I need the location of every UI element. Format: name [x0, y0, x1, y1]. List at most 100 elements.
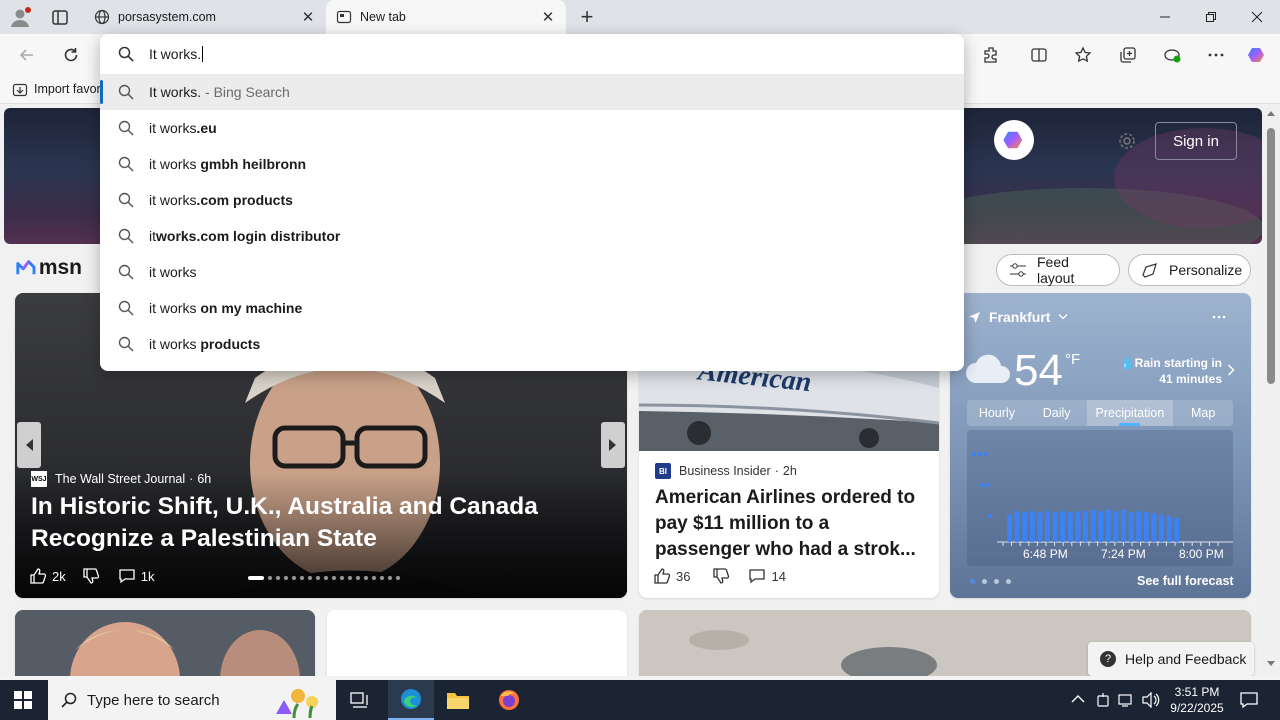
precip-bar — [1045, 511, 1050, 542]
dislike-icon[interactable] — [82, 567, 100, 585]
help-feedback-button[interactable]: ? Help and Feedback — [1088, 642, 1254, 676]
carousel-dot[interactable] — [268, 576, 272, 580]
favorites-icon[interactable] — [1066, 38, 1100, 72]
weather-tab[interactable]: Precipitation — [1086, 400, 1174, 426]
comment-icon[interactable] — [118, 567, 136, 585]
close-tab-icon[interactable]: ✕ — [540, 9, 556, 26]
weather-tab[interactable]: Map — [1173, 400, 1233, 426]
scroll-up-icon[interactable] — [1267, 110, 1275, 116]
close-window-icon[interactable] — [1234, 0, 1280, 34]
carousel-dot[interactable] — [284, 576, 288, 580]
scroll-down-icon[interactable] — [1267, 661, 1275, 667]
carousel-dot[interactable] — [300, 576, 304, 580]
taskbar-clock[interactable]: 3:51 PM 9/22/2025 — [1160, 684, 1234, 716]
scroll-thumb[interactable] — [1267, 128, 1275, 384]
browser-essentials-icon[interactable] — [1155, 38, 1189, 72]
restore-icon[interactable] — [1188, 0, 1234, 34]
carousel-dot[interactable] — [292, 576, 296, 580]
suggestion-item[interactable]: it works gmbh heilbronn — [100, 146, 964, 182]
sign-in-button[interactable]: Sign in — [1155, 122, 1237, 160]
address-bar[interactable]: It works. — [100, 34, 964, 74]
weather-tab[interactable]: Daily — [1027, 400, 1087, 426]
chevron-up-icon[interactable] — [1071, 694, 1085, 704]
firefox-icon[interactable] — [497, 688, 521, 712]
carousel-next-icon[interactable] — [601, 422, 625, 468]
page-dot[interactable] — [982, 579, 987, 584]
suggestion-item[interactable]: it works.eu — [100, 110, 964, 146]
carousel-dot[interactable] — [356, 576, 360, 580]
collections-icon[interactable] — [1111, 38, 1145, 72]
main-story-headline[interactable]: In Historic Shift, U.K., Australia and C… — [31, 491, 591, 555]
page-dot[interactable] — [1006, 579, 1011, 584]
notifications-icon[interactable] — [1240, 691, 1258, 709]
carousel-dot[interactable] — [308, 576, 312, 580]
task-view-icon[interactable] — [350, 691, 370, 709]
rain-alert[interactable]: 💧Rain starting in 41 minutes — [1108, 355, 1222, 387]
settings-icon[interactable] — [1117, 131, 1137, 151]
carousel-prev-icon[interactable] — [17, 422, 41, 468]
tab-new-tab[interactable]: New tab ✕ — [326, 0, 566, 34]
carousel-dot[interactable] — [276, 576, 280, 580]
minimize-icon[interactable] — [1142, 0, 1188, 34]
story-card[interactable] — [15, 610, 315, 676]
page-scrollbar[interactable] — [1262, 104, 1280, 676]
see-full-forecast-link[interactable]: See full forecast — [1137, 574, 1234, 588]
feed-layout-button[interactable]: Feed layout — [996, 254, 1120, 286]
split-screen-icon[interactable] — [1022, 38, 1056, 72]
copilot-icon[interactable] — [1240, 38, 1274, 72]
carousel-dot[interactable] — [396, 576, 400, 580]
chevron-right-icon[interactable] — [1227, 364, 1235, 376]
msn-logo[interactable]: msn — [16, 254, 82, 282]
carousel-dot[interactable] — [340, 576, 344, 580]
page-dot[interactable] — [970, 579, 975, 584]
suggestion-item[interactable]: it works — [100, 254, 964, 290]
carousel-dot[interactable] — [248, 576, 264, 580]
profile-icon[interactable] — [8, 5, 32, 29]
back-icon[interactable] — [10, 38, 44, 72]
carousel-dot[interactable] — [380, 576, 384, 580]
weather-tab[interactable]: Hourly — [967, 400, 1027, 426]
like-icon[interactable] — [29, 567, 47, 585]
like-icon[interactable] — [653, 567, 671, 585]
refresh-icon[interactable] — [54, 38, 88, 72]
weather-card[interactable]: Frankfurt 54 °F 💧Rain starting in 41 min… — [950, 293, 1251, 598]
carousel-dot[interactable] — [324, 576, 328, 580]
feed-layout-label: Feed layout — [1037, 254, 1075, 286]
suggestion-item[interactable]: it works products — [100, 326, 964, 362]
copilot-button[interactable] — [994, 120, 1034, 160]
import-favorites-link[interactable]: Import favor — [34, 82, 101, 96]
windows-start-icon[interactable] — [14, 691, 32, 709]
tab-actions-icon[interactable] — [48, 8, 72, 28]
carousel-dot[interactable] — [316, 576, 320, 580]
network-icon[interactable] — [1118, 692, 1134, 708]
page-dot[interactable] — [994, 579, 999, 584]
carousel-dot[interactable] — [372, 576, 376, 580]
suggestion-item[interactable]: It works. - Bing Search — [100, 74, 964, 110]
edge-taskbar-icon[interactable] — [388, 680, 434, 720]
extensions-icon[interactable] — [974, 38, 1008, 72]
dislike-icon[interactable] — [712, 567, 730, 585]
more-options-icon[interactable] — [1199, 38, 1233, 72]
volume-icon[interactable] — [1142, 692, 1160, 708]
suggestion-completion: .eu — [196, 120, 217, 136]
taskbar-search[interactable]: Type here to search — [48, 680, 336, 720]
story-card[interactable] — [327, 610, 627, 676]
more-options-icon[interactable] — [1212, 315, 1226, 319]
new-tab-icon[interactable]: + — [576, 4, 598, 29]
comment-icon[interactable] — [748, 567, 766, 585]
carousel-dot[interactable] — [388, 576, 392, 580]
carousel-dot[interactable] — [348, 576, 352, 580]
suggestion-item[interactable]: itworks.com login distributor — [100, 218, 964, 254]
side-story-headline[interactable]: American Airlines ordered to pay $11 mil… — [655, 485, 927, 563]
close-tab-icon[interactable]: ✕ — [300, 9, 316, 26]
suggestion-item[interactable]: it works on my machine — [100, 290, 964, 326]
file-explorer-icon[interactable] — [446, 689, 470, 711]
carousel-dot[interactable] — [364, 576, 368, 580]
device-icon[interactable] — [1096, 692, 1110, 708]
personalize-button[interactable]: Personalize — [1128, 254, 1251, 286]
carousel-dot[interactable] — [332, 576, 336, 580]
suggestion-item[interactable]: it works.com products — [100, 182, 964, 218]
address-input[interactable]: It works. — [149, 46, 204, 62]
tab-porsasystem[interactable]: porsasystem.com ✕ — [84, 0, 326, 34]
weather-location[interactable]: Frankfurt — [968, 309, 1068, 325]
